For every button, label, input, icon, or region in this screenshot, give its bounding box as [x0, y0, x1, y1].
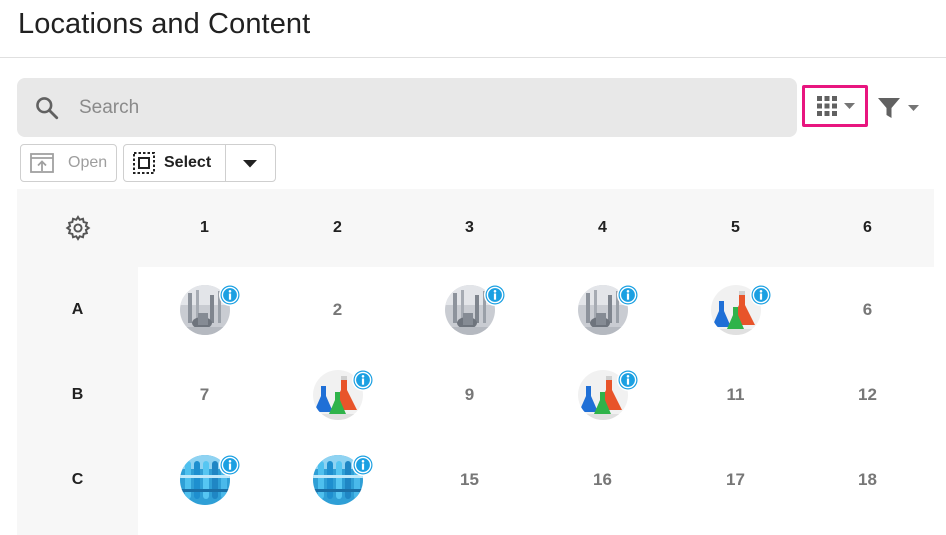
info-icon[interactable] — [616, 283, 640, 307]
cell-position-number: 15 — [460, 469, 479, 489]
grid-cell[interactable]: 18 — [801, 437, 934, 522]
open-button[interactable]: Open — [20, 144, 117, 182]
content-thumbnail[interactable] — [312, 368, 374, 420]
select-button-label: Select — [164, 154, 212, 171]
column-header: 4 — [598, 219, 607, 236]
chevron-down-icon — [843, 102, 855, 109]
grid-cell[interactable]: 15 — [403, 437, 536, 522]
content-thumbnail[interactable] — [710, 283, 772, 335]
row-header: B — [71, 385, 84, 403]
search-icon — [36, 97, 59, 120]
grid-cell[interactable] — [271, 352, 404, 437]
grid-cell[interactable]: 16 — [536, 437, 669, 522]
row-header: A — [71, 300, 84, 318]
grid-cell[interactable] — [669, 267, 802, 352]
content-thumbnail[interactable] — [444, 283, 506, 335]
grid-cell[interactable] — [138, 267, 271, 352]
split-divider — [225, 145, 226, 181]
cell-position-number: 16 — [593, 469, 612, 489]
grid-cell[interactable]: 9 — [403, 352, 536, 437]
info-icon[interactable] — [351, 368, 375, 392]
grid-cell[interactable] — [403, 267, 536, 352]
cell-position-number: 2 — [332, 299, 343, 319]
gear-icon — [65, 215, 90, 241]
grid-cell[interactable]: 17 — [669, 437, 802, 522]
select-icon — [133, 152, 155, 174]
content-thumbnail[interactable] — [312, 453, 374, 505]
grid-icon — [816, 96, 837, 116]
info-icon[interactable] — [616, 368, 640, 392]
column-header: 1 — [200, 219, 209, 236]
content-thumbnail[interactable] — [577, 283, 639, 335]
chevron-down-icon — [908, 104, 919, 111]
search-input[interactable] — [77, 92, 761, 124]
grid-cell[interactable]: 6 — [801, 267, 934, 352]
info-icon[interactable] — [351, 453, 375, 477]
open-button-label: Open — [68, 154, 108, 171]
cell-position-number: 9 — [464, 384, 475, 404]
cell-position-number: 18 — [858, 469, 877, 489]
column-header: 3 — [465, 219, 474, 236]
select-button[interactable]: Select — [123, 144, 276, 182]
search-bar[interactable] — [17, 78, 797, 137]
cell-position-number: 7 — [199, 384, 210, 404]
grid-cell[interactable] — [536, 267, 669, 352]
header-divider — [0, 57, 946, 58]
content-thumbnail[interactable] — [179, 283, 241, 335]
grid-view-toggle-button[interactable] — [802, 85, 868, 127]
cell-position-number: 17 — [726, 469, 745, 489]
open-icon — [30, 153, 54, 173]
info-icon[interactable] — [218, 453, 242, 477]
grid-cell[interactable]: 11 — [669, 352, 802, 437]
grid-cell[interactable]: 2 — [271, 267, 404, 352]
filter-icon — [878, 98, 900, 118]
select-dropdown-caret-icon[interactable] — [243, 160, 257, 168]
content-thumbnail[interactable] — [179, 453, 241, 505]
grid-cell[interactable] — [138, 437, 271, 522]
location-grid: 123456A 2 6 B 7 9 11 12 C 15 16 17 18 — [17, 189, 934, 535]
cell-position-number: 6 — [862, 299, 873, 319]
grid-settings-button[interactable] — [17, 189, 138, 267]
column-header: 5 — [731, 219, 740, 236]
grid-cell[interactable]: 12 — [801, 352, 934, 437]
content-thumbnail[interactable] — [577, 368, 639, 420]
cell-position-number: 12 — [858, 384, 877, 404]
page-title: Locations and Content — [18, 8, 311, 40]
info-icon[interactable] — [749, 283, 773, 307]
column-header: 6 — [863, 219, 872, 236]
grid-cell[interactable]: 7 — [138, 352, 271, 437]
cell-position-number: 11 — [726, 384, 745, 404]
filter-button[interactable] — [878, 95, 928, 121]
column-header: 2 — [333, 219, 342, 236]
row-header: C — [71, 470, 84, 488]
info-icon[interactable] — [218, 283, 242, 307]
info-icon[interactable] — [483, 283, 507, 307]
grid-cell[interactable] — [536, 352, 669, 437]
grid-cell[interactable] — [271, 437, 404, 522]
